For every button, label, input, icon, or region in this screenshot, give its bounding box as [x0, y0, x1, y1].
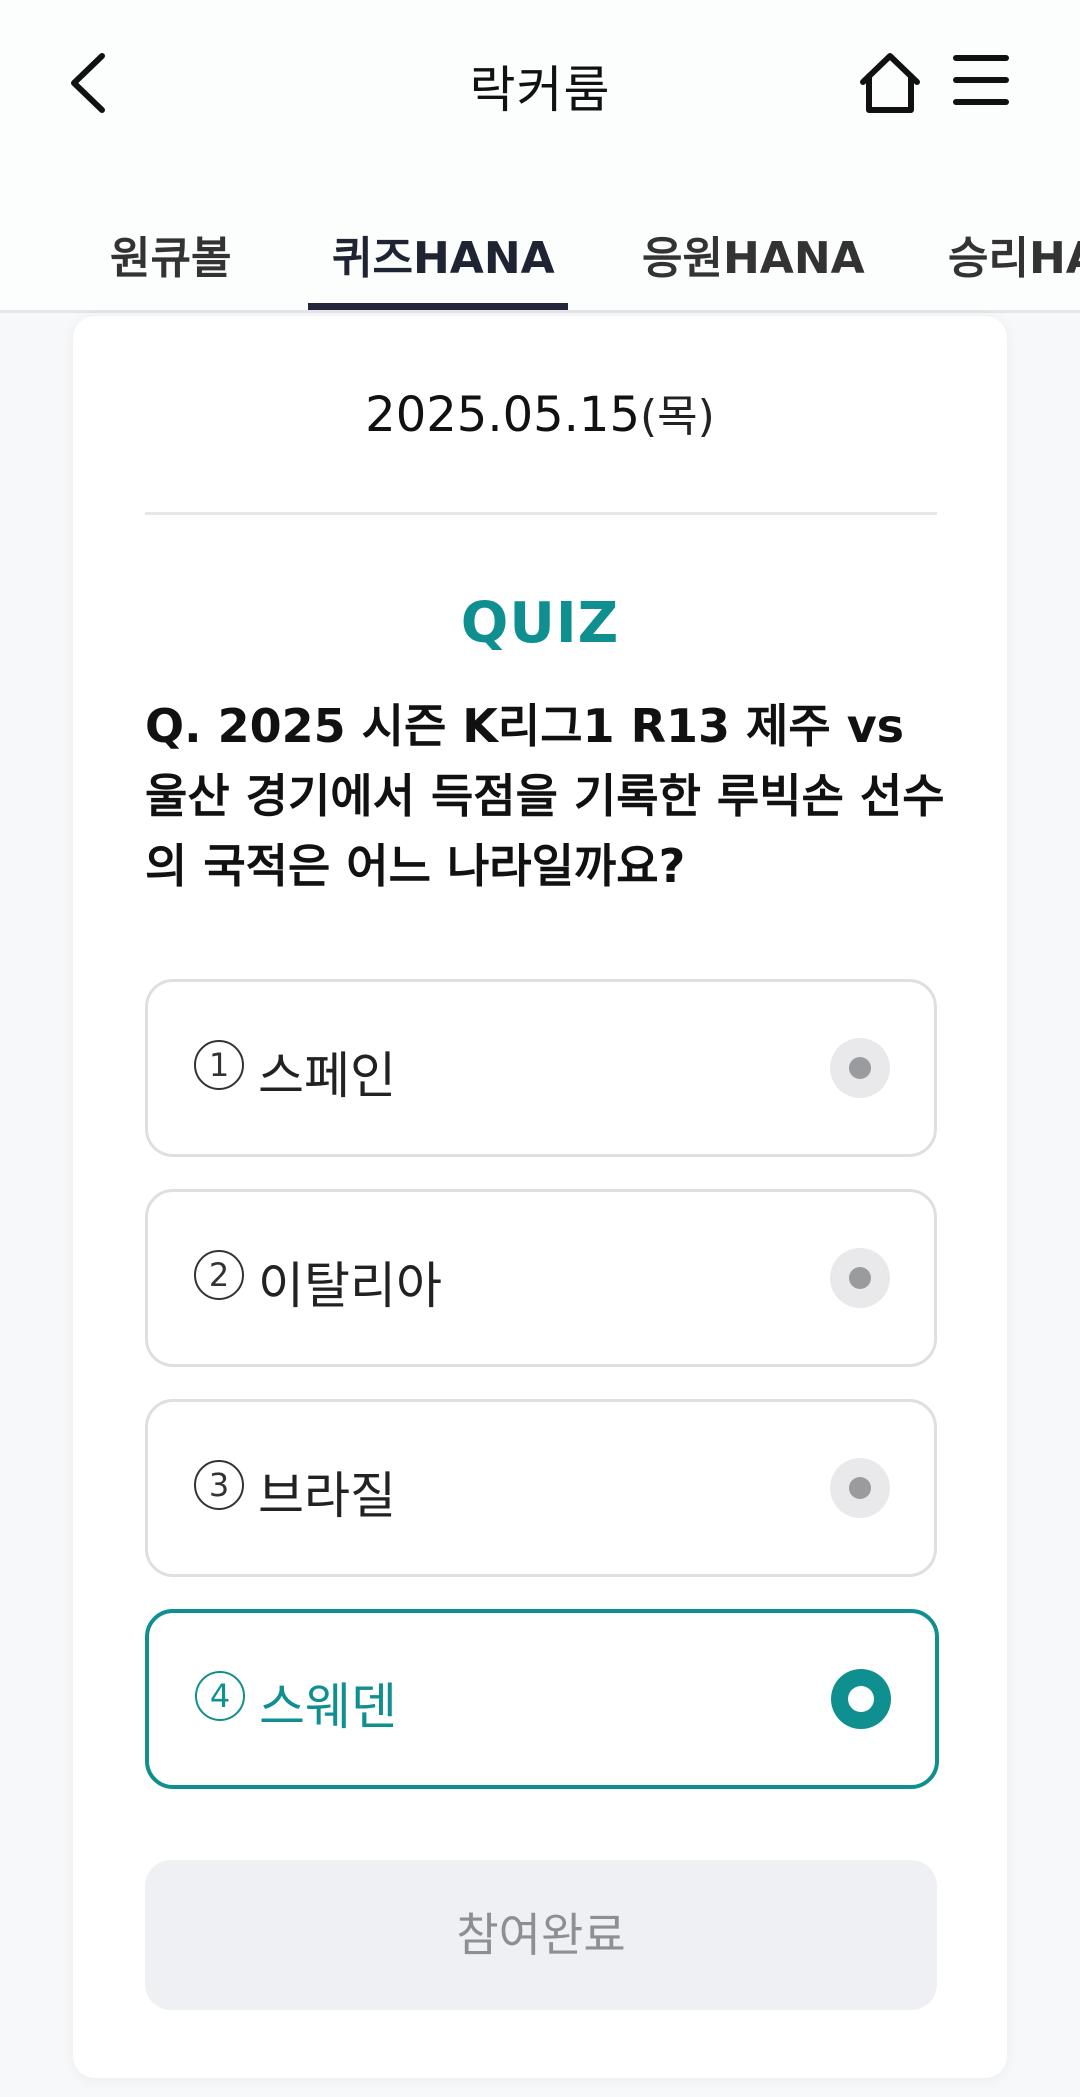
- option-label: 이탈리아: [258, 1257, 442, 1315]
- radio-dot-icon: [848, 1686, 874, 1712]
- quiz-date: 2025.05.15(목): [73, 380, 1007, 444]
- option-number: 2: [194, 1250, 244, 1300]
- option-label: 스웨덴: [259, 1678, 397, 1736]
- quiz-day: (목): [640, 391, 715, 442]
- tab-quiz-hana[interactable]: 퀴즈HANA: [332, 222, 555, 286]
- quiz-date-value: 2025.05.15: [365, 387, 640, 443]
- quiz-question: Q. 2025 시즌 K리그1 R13 제주 vs 울산 경기에서 득점을 기록…: [145, 699, 945, 893]
- submit-button[interactable]: 참여완료: [145, 1860, 937, 2010]
- option-label: 스페인: [258, 1047, 396, 1105]
- option-label: 브라질: [258, 1467, 396, 1525]
- radio-button[interactable]: [830, 1458, 890, 1518]
- tab-cheer-hana[interactable]: 응원HANA: [642, 222, 865, 286]
- tab-victory-hana[interactable]: 승리HANA: [948, 222, 1080, 286]
- radio-dot-icon: [849, 1267, 871, 1289]
- option-number: 4: [195, 1671, 245, 1721]
- option-number: 3: [194, 1460, 244, 1510]
- tab-bar: 원큐볼 퀴즈HANA 응원HANA 승리HANA: [0, 210, 1080, 310]
- radio-button[interactable]: [830, 1248, 890, 1308]
- divider: [145, 512, 937, 515]
- option-1[interactable]: 1 스페인: [145, 979, 937, 1157]
- option-number: 1: [194, 1040, 244, 1090]
- home-icon: [860, 53, 920, 113]
- radio-dot-icon: [849, 1057, 871, 1079]
- option-2[interactable]: 2 이탈리아: [145, 1189, 937, 1367]
- active-tab-indicator: [308, 303, 568, 310]
- top-app-bar: 락커룸 원큐볼 퀴즈HANA 응원HANA 승리HANA: [0, 0, 1080, 313]
- radio-button[interactable]: [830, 1038, 890, 1098]
- option-3[interactable]: 3 브라질: [145, 1399, 937, 1577]
- home-button[interactable]: [855, 48, 925, 118]
- quiz-label: QUIZ: [460, 591, 620, 656]
- option-4-selected[interactable]: 4 스웨덴: [145, 1609, 939, 1789]
- radio-dot-icon: [849, 1477, 871, 1499]
- quiz-card: 2025.05.15(목) QUIZ Q. 2025 시즌 K리그1 R13 제…: [73, 316, 1007, 2078]
- tab-onecueball[interactable]: 원큐볼: [110, 222, 231, 286]
- radio-button-checked[interactable]: [831, 1669, 891, 1729]
- hamburger-menu-icon: [953, 55, 1009, 105]
- menu-button[interactable]: [952, 50, 1012, 110]
